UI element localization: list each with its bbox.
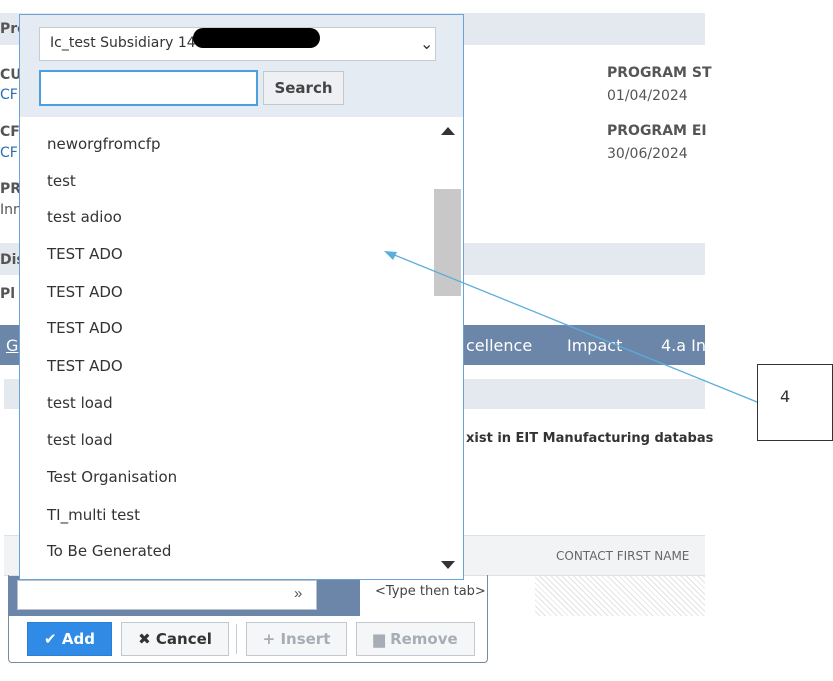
annotation-callout: 4: [757, 364, 833, 441]
annotation-arrow: [384, 251, 758, 403]
annotation-label: 4: [780, 387, 791, 406]
